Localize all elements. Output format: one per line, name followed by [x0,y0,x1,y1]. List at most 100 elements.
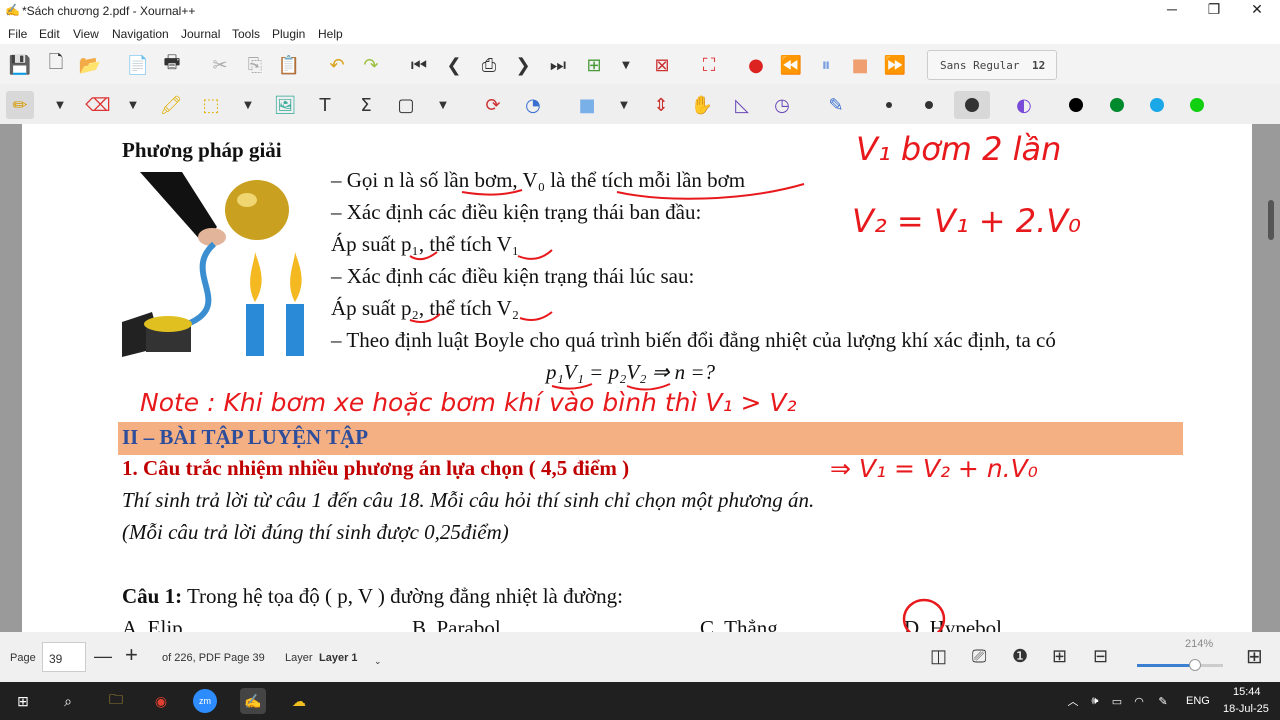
last-page-icon[interactable]: ⏭ [544,51,572,79]
layer-selector[interactable]: Layer 1 [319,652,358,664]
fill-icon[interactable]: ◔ [519,91,547,119]
menu-tools[interactable]: Tools [232,27,260,41]
font-selector[interactable]: Sans Regular 12 [927,50,1057,80]
image-icon[interactable]: 🖼 [271,91,299,119]
print-icon[interactable]: 🖶 [158,51,186,79]
page-number-input[interactable]: 39 [42,642,86,672]
pen-properties-icon[interactable]: ✎ [822,91,850,119]
clock-time[interactable]: 15:44 [1233,686,1261,698]
restore-button[interactable]: ❐ [1194,1,1234,18]
eraser-icon[interactable]: ⌫ [84,91,112,119]
clock-date[interactable]: 18-Jul-25 [1223,703,1269,715]
menu-view[interactable]: View [73,27,99,41]
text-line-3: Áp suất p₁, thể tích V₁ [331,232,520,256]
file-explorer-icon[interactable]: 🗀 [103,688,129,714]
document-area[interactable]: Phương pháp giải – Gọi n là số lần bơm, … [0,124,1280,632]
menu-journal[interactable]: Journal [181,27,220,41]
shape-rectangle-icon[interactable]: ▢ [392,91,420,119]
medium-stroke-icon[interactable] [925,101,933,109]
menu-edit[interactable]: Edit [39,27,60,41]
select-rectangle-icon[interactable]: ■ [573,91,601,119]
windows-start-icon[interactable]: ⊞ [10,688,36,714]
cut-icon[interactable]: ✂ [206,51,234,79]
compass-icon[interactable]: ◷ [768,91,796,119]
font-name: Sans Regular [940,59,1020,72]
paste-icon[interactable]: 📋 [275,51,303,79]
layer-chevron-icon[interactable]: ⌄ [374,656,382,667]
delete-page-icon[interactable]: ⊠ [648,51,676,79]
math-tex-icon[interactable]: Σ [352,91,380,119]
copy-icon[interactable]: ⎘ [241,51,269,79]
shape-options-chevron-icon[interactable]: ▼ [436,91,450,119]
eraser-options-chevron-icon[interactable]: ▼ [126,91,140,119]
redo-icon[interactable]: ↷ [357,51,385,79]
color-green-swatch[interactable] [1110,98,1124,112]
option-d: D. Hypebol [904,616,1002,632]
two-pages-icon[interactable]: ◫ [930,646,947,667]
window-title: *Sách chương 2.pdf - Xournal++ [22,4,196,18]
highlighter-icon[interactable]: 🖍 [157,91,185,119]
insert-page-icon[interactable]: ⊞ [580,51,608,79]
zoom-in-icon[interactable]: ⊞ [1246,644,1263,669]
color-lightblue-swatch[interactable] [1150,98,1164,112]
chrome-icon[interactable]: ◉ [148,688,174,714]
input-language[interactable]: ENG [1186,695,1210,707]
page-increment-button[interactable]: + [125,642,138,668]
rotate-icon[interactable]: ⟳ [479,91,507,119]
zoom-fit-icon[interactable]: ⊞ [1052,646,1067,667]
open-folder-icon[interactable]: 📂 [76,51,104,79]
zoom-slider-handle[interactable] [1189,659,1201,671]
thin-stroke-icon[interactable] [886,102,892,108]
minimize-button[interactable]: ─ [1152,1,1192,17]
undo-icon[interactable]: ↶ [323,51,351,79]
fullscreen-icon[interactable]: ⛶ [695,51,723,79]
close-button[interactable]: ✕ [1237,1,1277,18]
first-page-icon[interactable]: ⏮ [405,51,433,79]
annotate-pdf-icon[interactable]: 📄 [124,51,152,79]
color-black-swatch[interactable] [1069,98,1083,112]
stop-icon[interactable]: ■ [846,51,874,79]
zoom-100-icon[interactable]: ❶ [1012,646,1028,667]
menu-file[interactable]: File [8,27,27,41]
save-icon[interactable]: 💾 [6,51,34,79]
xournal-taskbar-icon[interactable]: ✍ [240,688,266,714]
pdf-page[interactable]: Phương pháp giải – Gọi n là số lần bơm, … [22,124,1252,632]
hand-icon[interactable]: ✋ [688,91,716,119]
page-label: Page [10,652,36,664]
fill-color-icon[interactable]: ◐ [1010,91,1038,119]
text-tool-icon[interactable]: T [311,91,339,119]
vertical-scrollbar[interactable] [1268,200,1274,240]
menu-help[interactable]: Help [318,27,343,41]
menu-plugin[interactable]: Plugin [272,27,305,41]
balloon-pump-illustration [122,172,312,360]
vertical-space-icon[interactable]: ⇕ [647,91,675,119]
zoom-app-icon[interactable]: zm [193,689,217,713]
presentation-icon[interactable]: ⎚ [972,646,986,667]
rewind-icon[interactable]: ⏪ [777,51,805,79]
formula: p₁V₁ = p₂V₂ ⇒ n =? [546,360,716,384]
menu-navigation[interactable]: Navigation [112,27,169,41]
record-icon[interactable]: ● [742,51,770,79]
chevron-down-icon[interactable]: ▼ [619,51,633,79]
setsquare-icon[interactable]: ◺ [728,91,756,119]
pen-options-chevron-icon[interactable]: ▼ [53,91,67,119]
color-lightgreen-swatch[interactable] [1190,98,1204,112]
zoom-out-icon[interactable]: ⊟ [1093,646,1108,667]
page-decrement-button[interactable]: — [94,646,112,667]
select-options-chevron-icon[interactable]: ▼ [241,91,255,119]
pen-tray-icon[interactable]: ✎ [1150,688,1176,714]
search-icon[interactable]: ⌕ [55,688,81,714]
selection-options-chevron-icon[interactable]: ▼ [617,91,631,119]
previous-page-icon[interactable]: ❮ [440,51,468,79]
pen-icon[interactable]: ✏ [6,91,34,119]
fast-forward-icon[interactable]: ⏩ [881,51,909,79]
next-page-icon[interactable]: ❯ [509,51,537,79]
notes-app-icon[interactable]: ☁ [286,688,312,714]
goto-page-icon[interactable]: ⎙ [475,51,503,79]
thick-stroke-button[interactable] [954,91,990,119]
wifi-icon[interactable]: ◠ [1126,688,1152,714]
pause-icon[interactable]: ⏸ [812,51,840,79]
page-count: of 226, PDF Page 39 [162,652,265,664]
new-document-icon[interactable]: 🗋 [42,51,70,79]
select-region-icon[interactable]: ⬚ [197,91,225,119]
